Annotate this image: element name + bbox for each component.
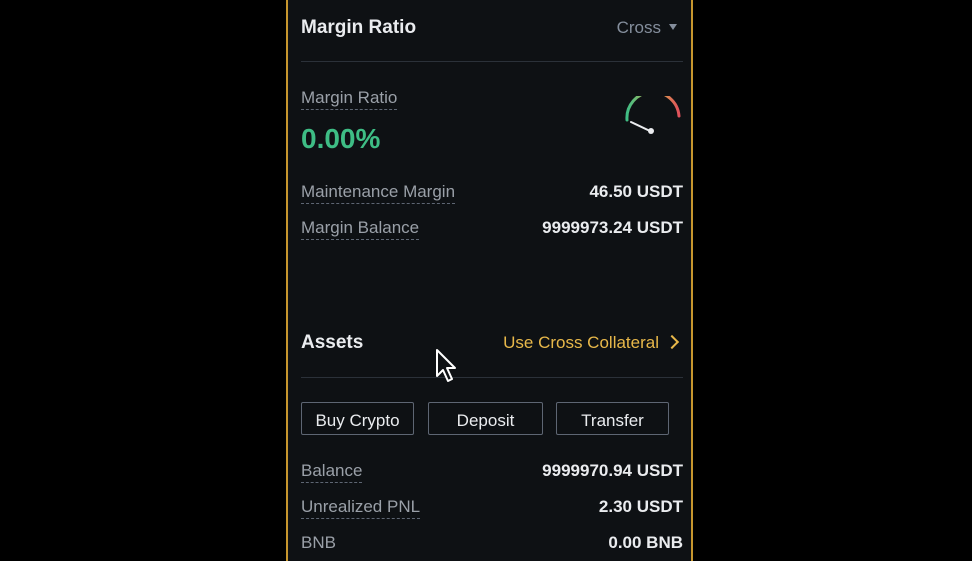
gauge-icon [625,96,681,134]
unrealized-pnl-row: Unrealized PNL 2.30 USDT [301,497,683,521]
chevron-right-icon [664,334,680,350]
panel-content: Margin Ratio Cross Margin Ratio 0.00% Ma… [301,0,683,561]
deposit-button[interactable]: Deposit [428,402,543,435]
buy-crypto-button[interactable]: Buy Crypto [301,402,414,435]
balance-value: 9999970.94 USDT [542,461,683,480]
mouse-cursor-icon [436,349,456,382]
margin-ratio-label[interactable]: Margin Ratio [301,88,398,110]
margin-ratio-value: 0.00% [301,123,381,154]
unrealized-pnl-label[interactable]: Unrealized PNL [301,497,421,519]
margin-ratio-title: Margin Ratio [301,17,417,38]
maintenance-margin-value: 46.50 USDT [589,182,683,201]
margin-mode-label: Cross [616,18,661,37]
margin-mode-selector[interactable]: Cross [617,18,677,38]
bnb-value: 0.00 BNB [608,533,683,552]
bnb-label: BNB [301,533,336,552]
margin-balance-label[interactable]: Margin Balance [301,218,420,240]
margin-balance-row: Margin Balance 9999973.24 USDT [301,218,683,242]
balance-row: Balance 9999970.94 USDT [301,461,683,485]
bnb-row: BNB 0.00 BNB [301,533,683,557]
assets-divider [301,377,683,378]
balance-label[interactable]: Balance [301,461,363,483]
margin-header: Margin Ratio Cross [301,14,683,44]
margin-balance-value: 9999973.24 USDT [542,218,683,237]
maintenance-margin-row: Maintenance Margin 46.50 USDT [301,182,683,206]
use-cross-collateral-label: Use Cross Collateral [503,333,659,352]
header-divider [301,61,683,62]
caret-down-icon [669,24,677,30]
margin-panel: Margin Ratio Cross Margin Ratio 0.00% Ma… [286,0,693,561]
unrealized-pnl-value: 2.30 USDT [598,497,683,516]
maintenance-margin-label[interactable]: Maintenance Margin [301,182,456,204]
use-cross-collateral-link[interactable]: Use Cross Collateral [503,333,680,353]
assets-title: Assets [301,332,364,353]
transfer-button[interactable]: Transfer [556,402,669,435]
